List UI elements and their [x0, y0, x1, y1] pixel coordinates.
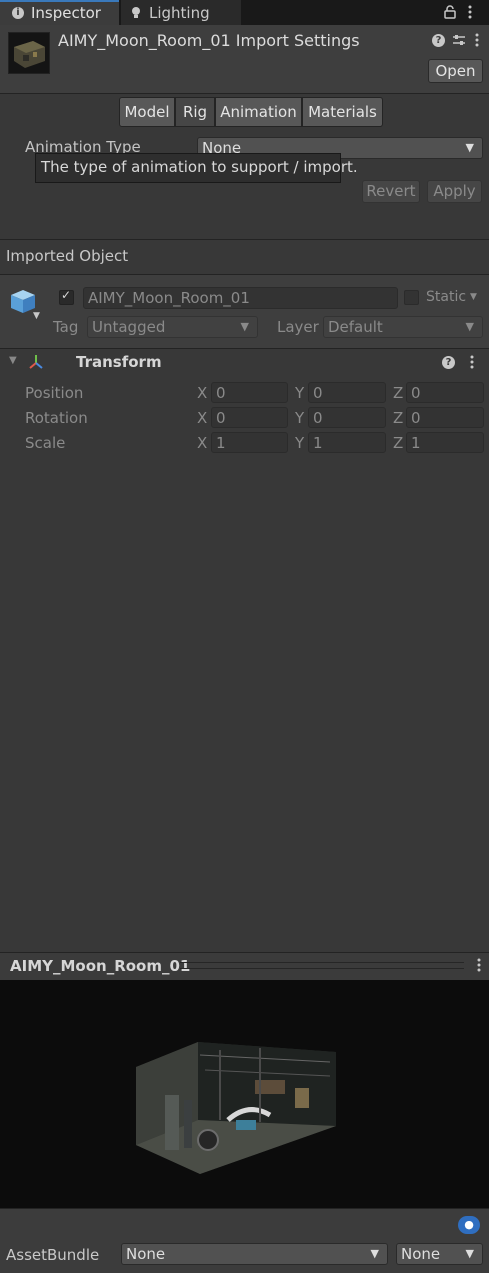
preview-menu-icon[interactable]	[476, 958, 482, 972]
info-icon: i	[12, 7, 24, 19]
tab-lighting-label: Lighting	[149, 4, 210, 22]
rotation-y-field[interactable]: 0	[308, 407, 386, 428]
asset-bundle-variant-dropdown[interactable]: None ▼	[396, 1243, 483, 1265]
revert-button[interactable]: Revert	[362, 180, 420, 203]
layer-value: Default	[328, 318, 383, 336]
static-checkbox[interactable]	[404, 290, 419, 305]
rotation-x-field[interactable]: 0	[211, 407, 288, 428]
position-x-value: 0	[216, 384, 226, 402]
asset-bundle-label: AssetBundle	[6, 1246, 100, 1264]
static-label: Static	[426, 289, 467, 305]
caret-down-icon[interactable]: ▼	[33, 311, 40, 321]
tag-value: Untagged	[92, 318, 166, 336]
preview-drag-handle[interactable]	[180, 962, 464, 969]
transform-help-icon[interactable]: ?	[442, 356, 455, 369]
tab-model[interactable]: Model	[119, 97, 175, 127]
rotation-label: Rotation	[25, 409, 88, 427]
rotation-z-value: 0	[411, 409, 421, 427]
position-y-value: 0	[313, 384, 323, 402]
lock-icon[interactable]	[444, 5, 456, 19]
header-title: AIMY_Moon_Room_01 Import Settings	[58, 31, 360, 50]
transform-menu-icon[interactable]	[469, 355, 475, 369]
kebab-menu-icon[interactable]	[467, 5, 473, 19]
tab-lighting[interactable]: Lighting	[121, 0, 241, 25]
object-name-value: AIMY_Moon_Room_01	[88, 289, 250, 307]
tab-inspector-label: Inspector	[31, 4, 101, 22]
scale-y-value: 1	[313, 434, 323, 452]
open-button[interactable]: Open	[428, 59, 483, 83]
lightbulb-icon	[132, 7, 140, 18]
layer-label: Layer	[277, 318, 319, 336]
scale-x-value: 1	[216, 434, 226, 452]
rotation-z-field[interactable]: 0	[406, 407, 484, 428]
position-label: Position	[25, 384, 84, 402]
tab-animation[interactable]: Animation	[215, 97, 302, 127]
active-checkbox[interactable]: ✓	[59, 288, 74, 305]
rotation-x-value: 0	[216, 409, 226, 427]
tag-dropdown[interactable]: Untagged ▼	[87, 316, 258, 338]
rotation-y-value: 0	[313, 409, 323, 427]
chevron-down-icon: ▼	[465, 141, 474, 154]
position-x-field[interactable]: 0	[211, 382, 288, 403]
scale-label: Scale	[25, 434, 66, 452]
position-y-field[interactable]: 0	[308, 382, 386, 403]
rotation-y-axis: Y	[295, 409, 305, 427]
rotation-x-axis: X	[197, 409, 208, 427]
preset-icon[interactable]	[452, 33, 466, 47]
scale-x-axis: X	[197, 434, 208, 452]
model-preview[interactable]	[0, 980, 489, 1208]
apply-button[interactable]: Apply	[427, 180, 482, 203]
imported-object-title: Imported Object	[6, 247, 129, 265]
position-y-axis: Y	[295, 384, 305, 402]
preview-title: AIMY_Moon_Room_01	[10, 957, 191, 975]
divider	[0, 239, 489, 240]
tooltip: The type of animation to support / impor…	[35, 153, 358, 183]
asset-bundle-variant-value: None	[401, 1245, 441, 1263]
header-menu-icon[interactable]	[474, 33, 480, 47]
scale-y-field[interactable]: 1	[308, 432, 386, 453]
chevron-down-icon: ▼	[370, 1247, 379, 1260]
position-x-axis: X	[197, 384, 208, 402]
scale-z-value: 1	[411, 434, 421, 452]
asset-bundle-name-dropdown[interactable]: None ▼	[121, 1243, 388, 1265]
chevron-down-icon: ▼	[465, 1247, 474, 1260]
asset-bundle-name-value: None	[126, 1245, 166, 1263]
layer-dropdown[interactable]: Default ▼	[323, 316, 483, 338]
chevron-down-icon: ▼	[240, 320, 249, 333]
static-dropdown-icon[interactable]: ▼	[470, 292, 477, 302]
tag-label: Tag	[53, 318, 79, 336]
help-icon[interactable]: ?	[432, 34, 445, 47]
tooltip-text: The type of animation to support / impor…	[41, 158, 358, 176]
asset-thumbnail	[8, 32, 50, 74]
tab-inspector[interactable]: i Inspector	[0, 0, 119, 25]
scale-z-axis: Z	[393, 434, 404, 452]
foldout-arrow-icon[interactable]: ▼	[9, 355, 17, 366]
scale-z-field[interactable]: 1	[406, 432, 484, 453]
rotation-z-axis: Z	[393, 409, 404, 427]
tab-materials[interactable]: Materials	[302, 97, 383, 127]
divider	[0, 348, 489, 349]
transform-title: Transform	[76, 353, 162, 371]
position-z-value: 0	[411, 384, 421, 402]
transform-icon	[29, 355, 43, 369]
position-z-field[interactable]: 0	[406, 382, 484, 403]
scale-y-axis: Y	[295, 434, 305, 452]
chevron-down-icon: ▼	[465, 320, 474, 333]
tab-rig[interactable]: Rig	[175, 97, 215, 127]
check-icon: ✓	[61, 288, 72, 302]
object-name-field[interactable]: AIMY_Moon_Room_01	[83, 287, 398, 309]
label-tag-icon[interactable]: ●	[458, 1216, 480, 1234]
position-z-axis: Z	[393, 384, 404, 402]
room-model-render	[136, 1042, 336, 1174]
scale-x-field[interactable]: 1	[211, 432, 288, 453]
